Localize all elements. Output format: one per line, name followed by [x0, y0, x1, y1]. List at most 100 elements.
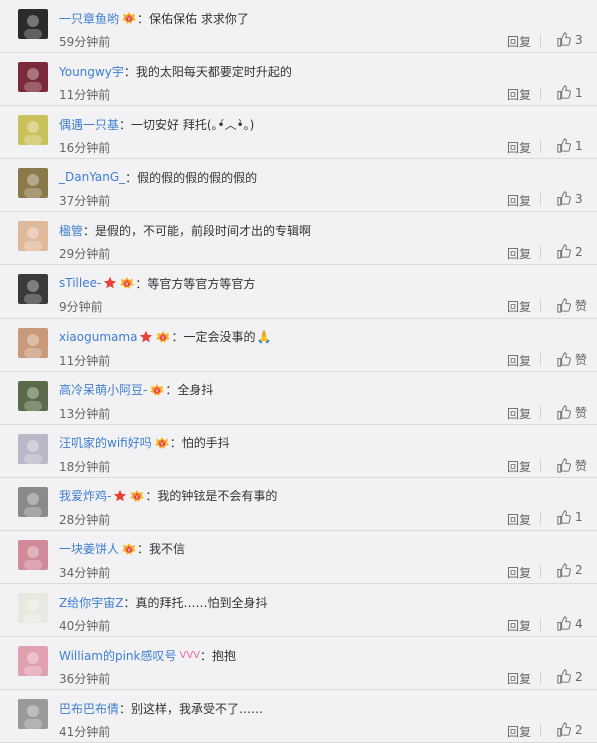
like-button[interactable]: 1 [552, 138, 583, 153]
reply-button[interactable]: 回复 [507, 192, 531, 209]
username-link[interactable]: 楹管 [59, 222, 83, 239]
svg-text:V: V [156, 388, 160, 394]
like-button[interactable]: 4 [552, 616, 583, 631]
svg-text:V: V [126, 282, 130, 288]
username-link[interactable]: 一块姜饼人 [59, 540, 119, 557]
divider [540, 458, 541, 472]
divider [540, 140, 541, 154]
reply-button[interactable]: 回复 [507, 564, 531, 581]
like-count: 赞 [575, 458, 588, 473]
like-count: 2 [575, 244, 583, 259]
username-link[interactable]: Youngwy宇 [59, 63, 124, 80]
reply-button[interactable]: 回复 [507, 617, 531, 634]
comment-row: 巴布巴布倩：别这样，我承受不了…… 41分钟前 回复 2 [0, 690, 597, 743]
reply-button[interactable]: 回复 [507, 723, 531, 740]
username-link[interactable]: _DanYanG_ [59, 170, 125, 184]
avatar[interactable] [18, 62, 48, 93]
like-button[interactable]: 3 [552, 191, 583, 206]
star-icon [113, 489, 127, 503]
thumbs-up-icon [556, 85, 571, 100]
reply-button[interactable]: 回复 [507, 352, 531, 369]
timestamp: 34分钟前 [59, 565, 111, 580]
avatar[interactable] [18, 115, 48, 146]
comment-text: 抱抱 [212, 648, 237, 663]
username-link[interactable]: 汪叽家的wifi好吗 [59, 434, 152, 451]
like-button[interactable]: 赞 [552, 404, 587, 421]
reply-button[interactable]: 回复 [507, 511, 531, 528]
like-button[interactable]: 1 [552, 510, 583, 525]
avatar[interactable] [18, 699, 48, 730]
avatar[interactable] [18, 221, 48, 252]
comment-text: 我的太阳每天都要定时升起的 [135, 64, 292, 79]
divider [540, 87, 541, 101]
thumbs-up-icon [556, 458, 571, 473]
avatar[interactable] [18, 593, 48, 624]
thumbs-up-icon [556, 405, 571, 420]
reply-button[interactable]: 回复 [507, 139, 531, 156]
username-link[interactable]: Z给你宇宙Z [59, 594, 123, 611]
reply-button[interactable]: 回复 [507, 458, 531, 475]
avatar[interactable] [18, 486, 48, 517]
avatar[interactable] [18, 327, 48, 358]
divider [540, 193, 541, 207]
colon: ： [137, 542, 150, 557]
like-button[interactable]: 2 [552, 722, 583, 737]
like-count: 赞 [575, 352, 588, 367]
username-link[interactable]: William的pink感叹号 [59, 647, 177, 664]
username-link[interactable]: xiaogumama [59, 330, 137, 344]
like-count: 赞 [575, 299, 588, 314]
avatar[interactable] [18, 380, 48, 411]
like-button[interactable]: 赞 [552, 297, 587, 314]
avatar[interactable] [18, 168, 48, 199]
comment-list: 一只章鱼哟 V：保佑保佑 求求你了 59分钟前 回复 3 Youngwy宇：我的太阳每天都… [0, 0, 597, 743]
comment-line: sTillee- V ：等官方等官方等官方 [59, 275, 255, 291]
thumbs-up-icon [556, 669, 571, 684]
username-link[interactable]: sTillee- [59, 276, 101, 290]
comment-line: 高冷呆萌小阿豆- V ：全身抖 [59, 382, 213, 398]
avatar[interactable] [18, 274, 48, 305]
svg-text:V: V [160, 441, 164, 447]
username-link[interactable]: 一只章鱼哟 [59, 10, 119, 27]
divider [540, 405, 541, 419]
avatar[interactable] [18, 9, 48, 39]
like-button[interactable]: 赞 [552, 351, 587, 368]
thumbs-up-icon [556, 191, 571, 206]
reply-button[interactable]: 回复 [507, 405, 531, 422]
comment-row: 偶遇一只基：一切安好 拜托(｡•́︿•̀｡) 16分钟前 回复 1 [0, 106, 597, 160]
avatar[interactable] [18, 646, 48, 677]
comment-line: 汪叽家的wifi好吗 V ：怕的手抖 [59, 435, 230, 451]
username-link[interactable]: 我爱炸鸡- [59, 487, 111, 504]
svg-text:V: V [127, 547, 131, 553]
comment-line: 我爱炸鸡- V ：我的钟铉是不会有事的 [59, 488, 277, 504]
like-button[interactable]: 2 [552, 563, 583, 578]
avatar[interactable] [18, 539, 48, 570]
like-button[interactable]: 2 [552, 669, 583, 684]
like-count: 1 [575, 85, 583, 100]
like-button[interactable]: 赞 [552, 457, 587, 474]
reply-button[interactable]: 回复 [507, 86, 531, 103]
username-link[interactable]: 高冷呆萌小阿豆- [59, 381, 147, 398]
timestamp: 28分钟前 [59, 512, 111, 527]
comment-line: William的pink感叹号 VVV：抱抱 [59, 647, 236, 663]
reply-button[interactable]: 回复 [507, 245, 531, 262]
like-button[interactable]: 1 [552, 85, 583, 100]
like-count: 3 [575, 32, 583, 47]
star-icon [139, 330, 153, 344]
reply-button[interactable]: 回复 [507, 298, 531, 315]
colon: ： [165, 383, 178, 398]
thumbs-up-icon [556, 32, 571, 47]
reply-button[interactable]: 回复 [507, 670, 531, 687]
like-count: 1 [575, 510, 583, 525]
username-link[interactable]: 巴布巴布倩 [59, 700, 119, 717]
comment-line: Youngwy宇：我的太阳每天都要定时升起的 [59, 63, 292, 79]
comment-text: 等官方等官方等官方 [147, 276, 256, 291]
divider [540, 724, 541, 738]
comment-text: 别这样，我承受不了…… [131, 701, 264, 716]
avatar[interactable] [18, 433, 48, 464]
username-link[interactable]: 偶遇一只基 [59, 116, 119, 133]
comment-text: 我不信 [149, 542, 186, 557]
like-button[interactable]: 2 [552, 244, 583, 259]
reply-button[interactable]: 回复 [507, 33, 531, 50]
colon: ： [125, 170, 138, 185]
like-button[interactable]: 3 [552, 32, 583, 47]
